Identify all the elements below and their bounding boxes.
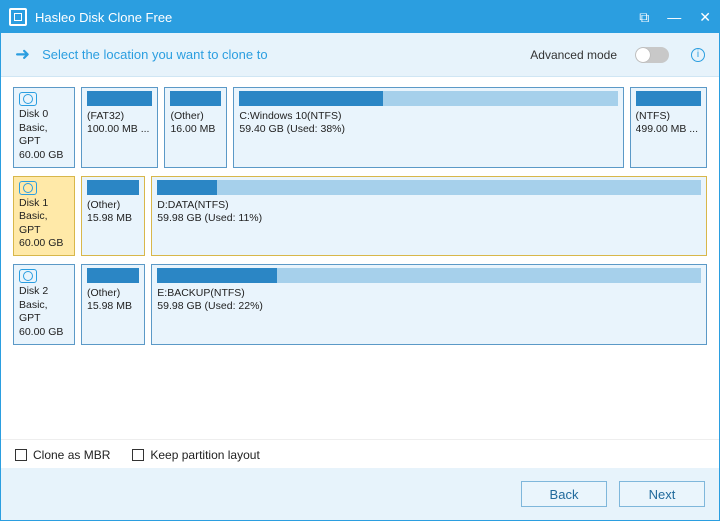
back-button[interactable]: Back: [521, 481, 607, 507]
footer: Back Next: [1, 468, 719, 520]
disk-type: Basic, GPT: [19, 122, 69, 149]
titlebar: Hasleo Disk Clone Free ⧉ — ✕: [1, 1, 719, 33]
partition-group: (Other)15.98 MBD:DATA(NTFS)59.98 GB (Use…: [81, 176, 707, 257]
disk-list: Disk 0Basic, GPT60.00 GB(FAT32)100.00 MB…: [1, 77, 719, 439]
minimize-icon[interactable]: —: [667, 9, 681, 25]
disk-name: Disk 0: [19, 108, 69, 122]
app-window: Hasleo Disk Clone Free ⧉ — ✕ ➜ Select th…: [0, 0, 720, 521]
usage-bar: [87, 180, 139, 195]
instruction-bar: ➜ Select the location you want to clone …: [1, 33, 719, 77]
partition-label: (Other): [87, 199, 139, 212]
disk-icon: [19, 181, 37, 195]
partition-group: (Other)15.98 MBE:BACKUP(NTFS)59.98 GB (U…: [81, 264, 707, 345]
keep-partition-layout-label: Keep partition layout: [150, 448, 259, 462]
partition-label: C:Windows 10(NTFS): [239, 110, 617, 123]
advanced-mode-toggle[interactable]: [635, 47, 669, 63]
partition-label: E:BACKUP(NTFS): [157, 287, 701, 300]
partition[interactable]: (Other)16.00 MB: [164, 87, 227, 168]
disk-size: 60.00 GB: [19, 237, 69, 251]
next-button[interactable]: Next: [619, 481, 705, 507]
partition[interactable]: C:Windows 10(NTFS)59.40 GB (Used: 38%): [233, 87, 623, 168]
usage-bar: [636, 91, 701, 106]
advanced-mode-label: Advanced mode: [530, 48, 617, 62]
disk-row[interactable]: Disk 1Basic, GPT60.00 GB(Other)15.98 MBD…: [13, 176, 707, 257]
partition-sub: 16.00 MB: [170, 123, 221, 136]
usage-bar: [157, 268, 701, 283]
partition-sub: 15.98 MB: [87, 300, 139, 313]
disk-icon: [19, 92, 37, 106]
usage-bar: [157, 180, 701, 195]
app-icon: [9, 8, 27, 26]
partition[interactable]: (NTFS)499.00 MB ...: [630, 87, 707, 168]
usage-bar: [170, 91, 221, 106]
window-buttons: ⧉ — ✕: [639, 9, 711, 26]
disk-row[interactable]: Disk 0Basic, GPT60.00 GB(FAT32)100.00 MB…: [13, 87, 707, 168]
usage-bar: [87, 91, 152, 106]
partition[interactable]: (FAT32)100.00 MB ...: [81, 87, 158, 168]
usage-bar: [239, 91, 617, 106]
checkbox-icon: [132, 449, 144, 461]
instruction-text: Select the location you want to clone to: [42, 47, 518, 62]
step-arrow-icon: ➜: [15, 44, 30, 65]
partition-sub: 15.98 MB: [87, 212, 139, 225]
partition-sub: 499.00 MB ...: [636, 123, 701, 136]
disk-row[interactable]: Disk 2Basic, GPT60.00 GB(Other)15.98 MBE…: [13, 264, 707, 345]
partition-label: D:DATA(NTFS): [157, 199, 701, 212]
disk-type: Basic, GPT: [19, 299, 69, 326]
usage-bar: [87, 268, 139, 283]
disk-size: 60.00 GB: [19, 149, 69, 163]
partition[interactable]: (Other)15.98 MB: [81, 264, 145, 345]
close-icon[interactable]: ✕: [699, 9, 711, 26]
disk-icon: [19, 269, 37, 283]
info-icon[interactable]: i: [691, 48, 705, 62]
clone-as-mbr-checkbox[interactable]: Clone as MBR: [15, 448, 110, 462]
partition-group: (FAT32)100.00 MB ...(Other)16.00 MBC:Win…: [81, 87, 707, 168]
checkbox-icon: [15, 449, 27, 461]
disk-name: Disk 1: [19, 197, 69, 211]
partition[interactable]: (Other)15.98 MB: [81, 176, 145, 257]
partition[interactable]: D:DATA(NTFS)59.98 GB (Used: 11%): [151, 176, 707, 257]
clone-as-mbr-label: Clone as MBR: [33, 448, 110, 462]
disk-header[interactable]: Disk 2Basic, GPT60.00 GB: [13, 264, 75, 345]
partition-label: (NTFS): [636, 110, 701, 123]
partition-sub: 59.98 GB (Used: 22%): [157, 300, 701, 313]
partition[interactable]: E:BACKUP(NTFS)59.98 GB (Used: 22%): [151, 264, 707, 345]
keep-partition-layout-checkbox[interactable]: Keep partition layout: [132, 448, 259, 462]
partition-label: (Other): [87, 287, 139, 300]
partition-label: (Other): [170, 110, 221, 123]
partition-label: (FAT32): [87, 110, 152, 123]
disk-size: 60.00 GB: [19, 326, 69, 340]
options-row: Clone as MBR Keep partition layout: [1, 439, 719, 468]
disk-header[interactable]: Disk 1Basic, GPT60.00 GB: [13, 176, 75, 257]
app-title: Hasleo Disk Clone Free: [35, 10, 639, 25]
restore-icon[interactable]: ⧉: [639, 9, 649, 26]
partition-sub: 59.40 GB (Used: 38%): [239, 123, 617, 136]
partition-sub: 100.00 MB ...: [87, 123, 152, 136]
disk-name: Disk 2: [19, 285, 69, 299]
partition-sub: 59.98 GB (Used: 11%): [157, 212, 701, 225]
disk-header[interactable]: Disk 0Basic, GPT60.00 GB: [13, 87, 75, 168]
disk-type: Basic, GPT: [19, 210, 69, 237]
